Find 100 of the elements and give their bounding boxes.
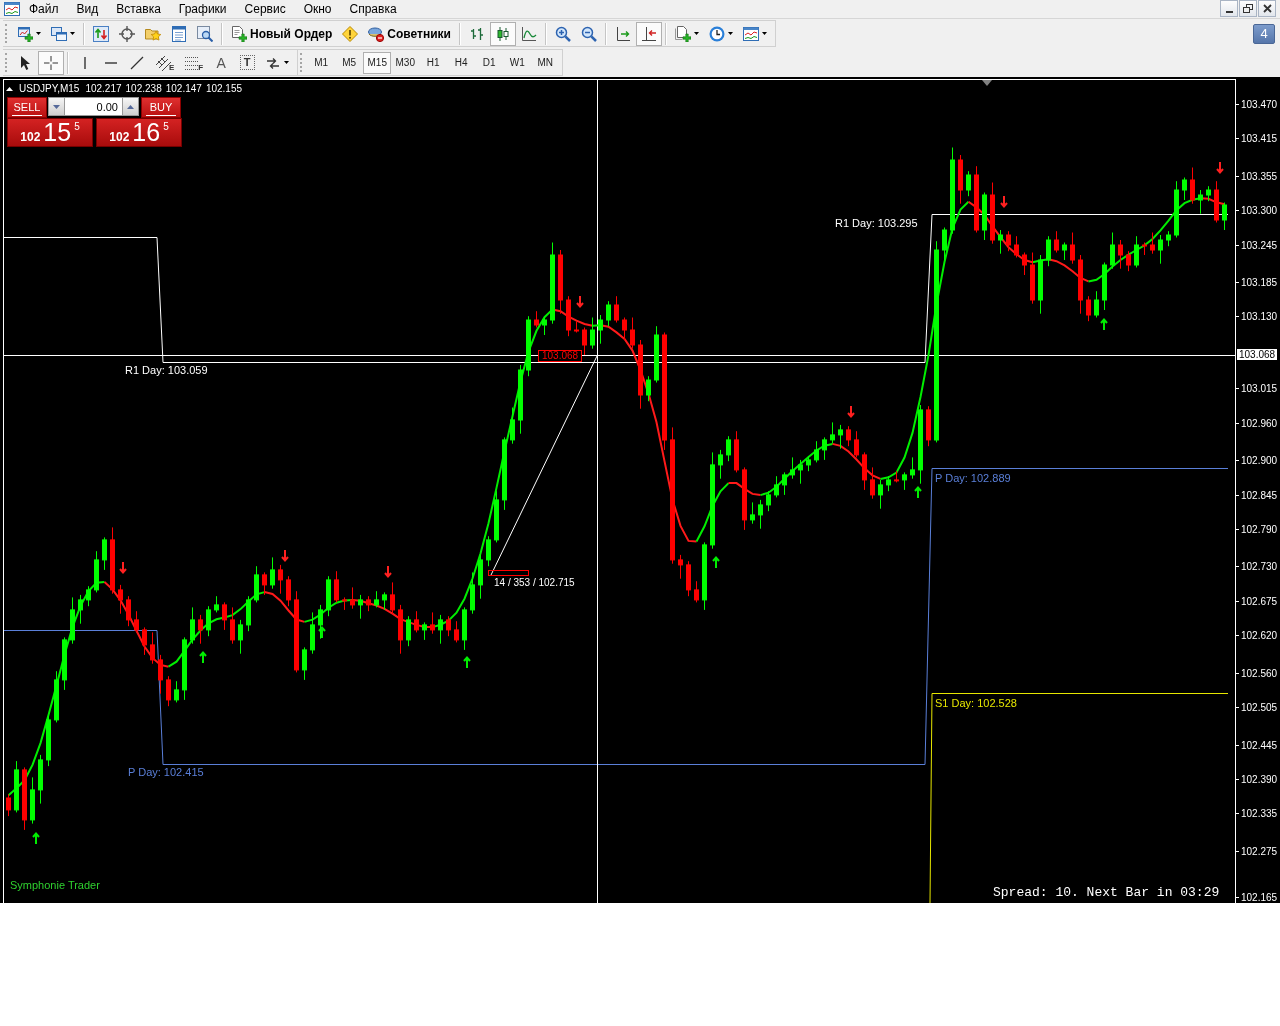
candlestick [406, 615, 411, 647]
candlestick [1054, 230, 1059, 253]
candlestick [1190, 167, 1195, 205]
candlestick [798, 459, 803, 485]
decrease-button[interactable] [48, 97, 65, 116]
candlestick [1222, 202, 1227, 231]
messages-button[interactable]: 4 [1253, 23, 1275, 44]
pivot-level-label: R1 Day: 103.059 [124, 364, 209, 377]
down-arrow-icon [576, 295, 584, 309]
candlestick [1006, 230, 1011, 252]
volume-field[interactable]: 0.00 [65, 97, 122, 116]
timeframe-button[interactable]: D1 [475, 51, 504, 74]
candlestick [206, 605, 211, 637]
text-tool-button[interactable]: A [208, 50, 235, 75]
menu-item[interactable]: Вставка [107, 0, 170, 18]
document-plus-icon [674, 25, 691, 42]
price-label: 103.415 [1236, 133, 1278, 144]
menu-item[interactable]: Вид [67, 0, 108, 18]
candlestick [1046, 235, 1051, 267]
window-plus-icon [17, 25, 33, 42]
timeframe-button[interactable]: M30 [391, 51, 420, 74]
restore-icon [1243, 4, 1253, 13]
sell-button[interactable]: SELL [7, 97, 47, 118]
candlestick [1110, 232, 1115, 270]
candlestick [1014, 235, 1019, 258]
candlestick [750, 501, 755, 525]
experts-button[interactable]: Советники [363, 21, 456, 46]
timeframe-button[interactable]: H1 [419, 51, 448, 74]
price-label: 102.505 [1236, 702, 1278, 713]
zoom-in-icon [554, 25, 571, 42]
price-label: 102.675 [1236, 596, 1278, 607]
restore-button[interactable] [1239, 0, 1257, 17]
down-arrow-icon [119, 561, 127, 575]
menu-item[interactable]: Сервис [235, 0, 295, 18]
candlestick [190, 606, 195, 645]
price-label: 102.960 [1236, 418, 1278, 429]
candlestick [174, 680, 179, 703]
candlestick [1118, 239, 1123, 270]
current-price-label: 103.068 [1237, 349, 1278, 360]
crosshair-price-tag: 103.068 [538, 350, 583, 362]
candlestick [134, 610, 139, 633]
candlestick [286, 575, 291, 607]
new-order-button[interactable]: Новый Ордер [226, 21, 338, 46]
candlestick-chart-button[interactable] [489, 21, 516, 46]
price-label: 102.900 [1236, 455, 1278, 466]
candlestick [1094, 290, 1099, 318]
timeframe-button[interactable]: M5 [335, 51, 364, 74]
warning-icon [342, 25, 359, 42]
collapse-icon[interactable] [6, 87, 13, 91]
chart-window-icon[interactable] [4, 1, 20, 17]
buy-button[interactable]: BUY [141, 97, 181, 118]
candlestick [822, 436, 827, 461]
candlestick [150, 631, 155, 665]
increase-button[interactable] [122, 97, 139, 116]
channel-tool-button[interactable]: E [150, 50, 180, 75]
minimize-button[interactable] [1220, 0, 1238, 17]
up-arrow-icon [318, 625, 326, 639]
timeframe-button[interactable]: H4 [447, 51, 476, 74]
candlestick [438, 614, 443, 645]
price-label: 103.015 [1236, 383, 1278, 394]
menu-item[interactable]: Графики [169, 0, 236, 18]
candlestick [278, 564, 283, 595]
candlestick [630, 317, 635, 350]
up-arrow-icon [712, 555, 720, 569]
price-label: 103.130 [1236, 311, 1278, 322]
crosshair-icon [43, 54, 59, 71]
price-label: 102.845 [1236, 490, 1278, 501]
price-label: 102.390 [1236, 774, 1278, 785]
candlestick [270, 556, 275, 590]
candlestick [158, 654, 163, 695]
timeframe-button[interactable]: W1 [503, 51, 532, 74]
candlestick [1126, 250, 1131, 272]
candlestick [998, 229, 1003, 255]
close-button[interactable] [1258, 0, 1276, 17]
candlestick [846, 425, 851, 447]
timeframe-button[interactable]: MN [531, 51, 560, 74]
candlestick [198, 614, 203, 645]
timeframe-button[interactable]: M1 [307, 51, 336, 74]
fibonacci-tool-button[interactable]: F [179, 50, 209, 75]
price-label: 102.275 [1236, 846, 1278, 857]
diagonal-line-icon [130, 55, 144, 70]
text-label-tool-button[interactable]: T [234, 50, 261, 75]
candlestick [166, 675, 171, 707]
zoom-out-icon [580, 25, 597, 42]
price-label: 102.790 [1236, 524, 1278, 535]
dotted-lines-icon [184, 54, 201, 71]
menu-item[interactable]: Окно [294, 0, 341, 18]
menu-item[interactable]: Файл [20, 0, 68, 18]
down-arrow-icon [1000, 195, 1008, 209]
candlestick [302, 646, 307, 681]
chart-shift-marker-icon[interactable] [982, 80, 992, 86]
price-label: 103.355 [1236, 171, 1278, 182]
up-arrow-icon [32, 831, 40, 845]
cap-stop-icon [368, 25, 385, 42]
list-window-icon [171, 25, 187, 42]
price-label: 102.445 [1236, 740, 1278, 751]
auto-scroll-button[interactable] [635, 21, 662, 46]
menu-item[interactable]: Справка [340, 0, 406, 18]
timeframe-button[interactable]: M15 [363, 51, 392, 74]
candlestick [262, 571, 267, 596]
